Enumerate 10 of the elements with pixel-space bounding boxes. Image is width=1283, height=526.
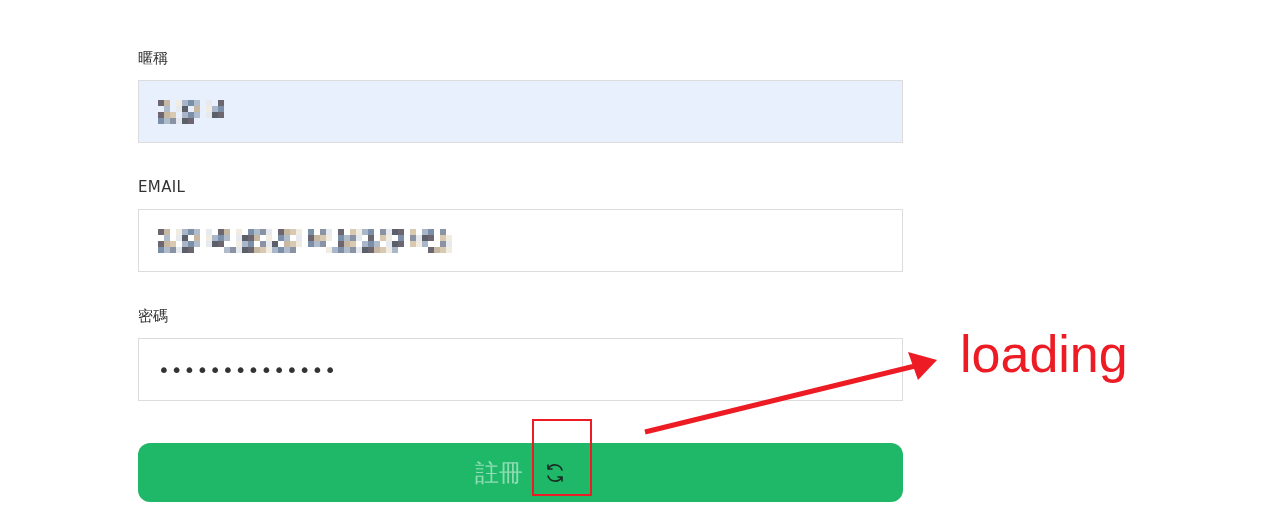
field-label: 密碼 [138, 306, 169, 326]
field-label: EMAIL [138, 177, 186, 197]
pixelated-text-icon [158, 228, 452, 253]
password-value: •••••••••••••• [158, 356, 338, 384]
input-field[interactable] [138, 80, 903, 143]
field-label: 暱稱 [138, 48, 169, 68]
annotation-label: loading [960, 324, 1128, 385]
pixelated-text-icon [158, 99, 224, 124]
input-field[interactable]: •••••••••••••• [138, 338, 903, 401]
input-field[interactable] [138, 209, 903, 272]
